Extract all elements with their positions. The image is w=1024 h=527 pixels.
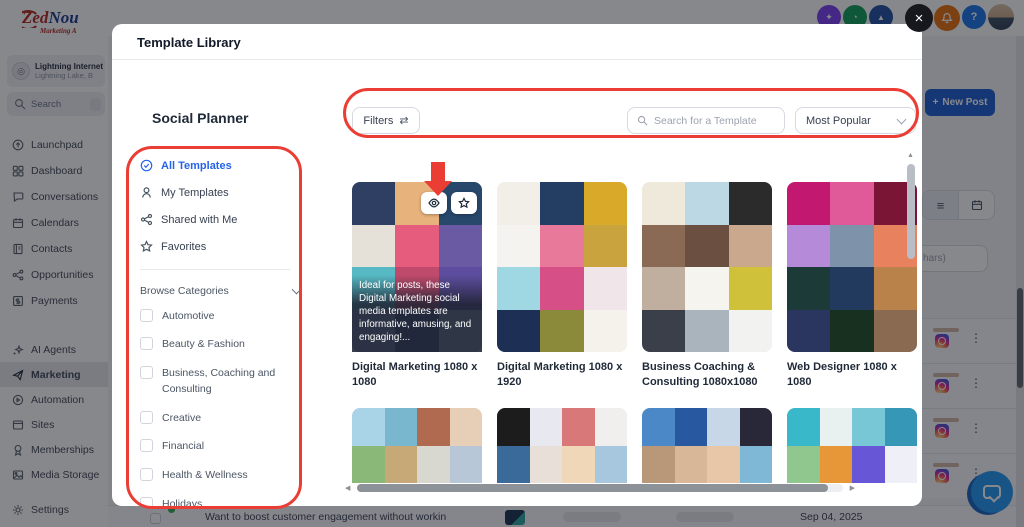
template-title: Digital Marketing 1080 x 1080 <box>352 361 478 388</box>
filter-all-templates[interactable]: All Templates <box>140 152 310 179</box>
check-circle-icon <box>140 159 153 172</box>
category-checkbox[interactable] <box>140 468 153 481</box>
template-card[interactable] <box>497 408 627 483</box>
filter-label: Favorites <box>161 240 207 253</box>
category-checkbox[interactable] <box>140 337 153 351</box>
filters-label: Filters <box>363 114 394 127</box>
modal-close-button[interactable]: × <box>905 4 933 32</box>
template-library-modal: Template Library Social Planner All Temp… <box>112 24 922 506</box>
filter-shared-with-me[interactable]: Shared with Me <box>140 206 310 233</box>
filter-favorites[interactable]: Favorites <box>140 233 310 260</box>
preview-button[interactable] <box>421 192 447 214</box>
category-holidays[interactable]: Holidays <box>140 490 310 506</box>
template-card[interactable] <box>352 408 482 483</box>
template-preview-collage[interactable] <box>497 408 627 483</box>
modal-vertical-scrollbar[interactable]: ▲ ▼ ▶ <box>906 152 916 506</box>
template-card-web-designer[interactable]: Web Designer 1080 x 1080 <box>787 182 917 390</box>
share-icon <box>140 213 153 226</box>
template-preview-collage[interactable] <box>497 182 627 352</box>
category-creative[interactable]: Creative <box>140 404 310 433</box>
sliders-icon: ⇄ <box>399 115 409 127</box>
category-checkbox[interactable] <box>140 439 153 453</box>
chevron-down-icon <box>896 114 907 124</box>
template-preview-collage[interactable] <box>642 182 772 352</box>
sort-dropdown[interactable]: Most Popular <box>795 107 916 134</box>
template-title: Web Designer 1080 x 1080 <box>787 361 897 388</box>
template-search-input[interactable] <box>654 114 775 127</box>
category-checkbox[interactable] <box>140 308 153 322</box>
section-title: Social Planner <box>152 110 249 126</box>
category-beauty-fashion[interactable]: Beauty & Fashion <box>140 331 310 360</box>
person-icon <box>142 187 151 198</box>
modal-header: Template Library <box>112 24 922 60</box>
category-label: Financial <box>162 440 205 453</box>
category-financial[interactable]: Financial <box>140 433 310 462</box>
filter-label: Shared with Me <box>161 213 238 226</box>
template-preview-collage[interactable] <box>787 408 917 483</box>
star-icon <box>140 240 153 253</box>
scroll-right-icon[interactable]: ▶ <box>850 484 855 492</box>
modal-title: Template Library <box>137 35 241 50</box>
scrollbar-track[interactable] <box>357 484 843 492</box>
scrollbar-thumb[interactable] <box>357 484 829 492</box>
template-preview-collage[interactable] <box>642 408 772 483</box>
filters-button[interactable]: Filters ⇄ <box>352 107 420 134</box>
browse-categories-header[interactable]: Browse Categories <box>140 280 302 302</box>
template-card-digital-marketing-1080x1080[interactable]: Ideal for posts, these Digital Marketing… <box>352 182 482 390</box>
eye-icon <box>428 198 440 208</box>
template-preview-collage[interactable] <box>787 182 917 352</box>
template-card-business-coaching[interactable]: Business Coaching & Consulting 1080x1080 <box>642 182 772 390</box>
template-card-digital-marketing-1080x1920[interactable]: Digital Marketing 1080 x 1920 <box>497 182 627 390</box>
category-label: Holidays <box>162 497 203 506</box>
category-label: Automotive <box>162 309 215 322</box>
scrollbar-thumb[interactable] <box>907 164 915 259</box>
filter-label: My Templates <box>161 186 229 199</box>
screen: ✦ ◔ ▲ ? ZedNou Marketing A ◎ Lightning <box>0 0 1024 527</box>
scroll-left-icon[interactable]: ◀ <box>345 484 350 492</box>
category-label: Creative <box>162 411 202 424</box>
template-description: Ideal for posts, these Digital Marketing… <box>359 280 472 344</box>
category-label: Health & Wellness <box>162 469 248 481</box>
chevron-down-icon <box>291 284 302 295</box>
category-checkbox[interactable] <box>140 366 153 379</box>
star-icon <box>458 197 470 209</box>
category-automotive[interactable]: Automotive <box>140 302 310 331</box>
template-hover-overlay: Ideal for posts, these Digital Marketing… <box>352 275 482 352</box>
modal-horizontal-scrollbar[interactable]: ◀ ▶ <box>345 483 855 493</box>
template-search[interactable] <box>627 107 785 134</box>
card-actions <box>421 192 477 214</box>
category-label: Beauty & Fashion <box>162 338 245 351</box>
category-checkbox[interactable] <box>140 496 153 506</box>
template-title: Digital Marketing 1080 x 1920 <box>497 361 623 388</box>
category-health-wellness[interactable]: Health & Wellness <box>140 462 310 491</box>
template-preview-collage[interactable] <box>352 408 482 483</box>
template-card[interactable] <box>787 408 917 483</box>
filter-my-templates[interactable]: My Templates <box>140 179 310 206</box>
category-business-coaching[interactable]: Business, Coaching and Consulting <box>140 360 310 405</box>
browse-categories-label: Browse Categories <box>140 285 229 297</box>
category-checkbox[interactable] <box>140 410 153 424</box>
template-title: Business Coaching & Consulting 1080x1080 <box>642 361 758 388</box>
close-icon: × <box>914 9 924 27</box>
divider <box>140 269 290 270</box>
search-icon <box>637 115 648 126</box>
scroll-up-icon[interactable]: ▲ <box>907 152 914 159</box>
category-label: Business, Coaching and Consulting <box>162 367 276 395</box>
template-filter-panel: All Templates My Templates Shared with M… <box>140 152 310 506</box>
template-card[interactable] <box>642 408 772 483</box>
sort-value: Most Popular <box>806 114 871 127</box>
filter-label: All Templates <box>161 159 232 172</box>
favorite-button[interactable] <box>451 192 477 214</box>
